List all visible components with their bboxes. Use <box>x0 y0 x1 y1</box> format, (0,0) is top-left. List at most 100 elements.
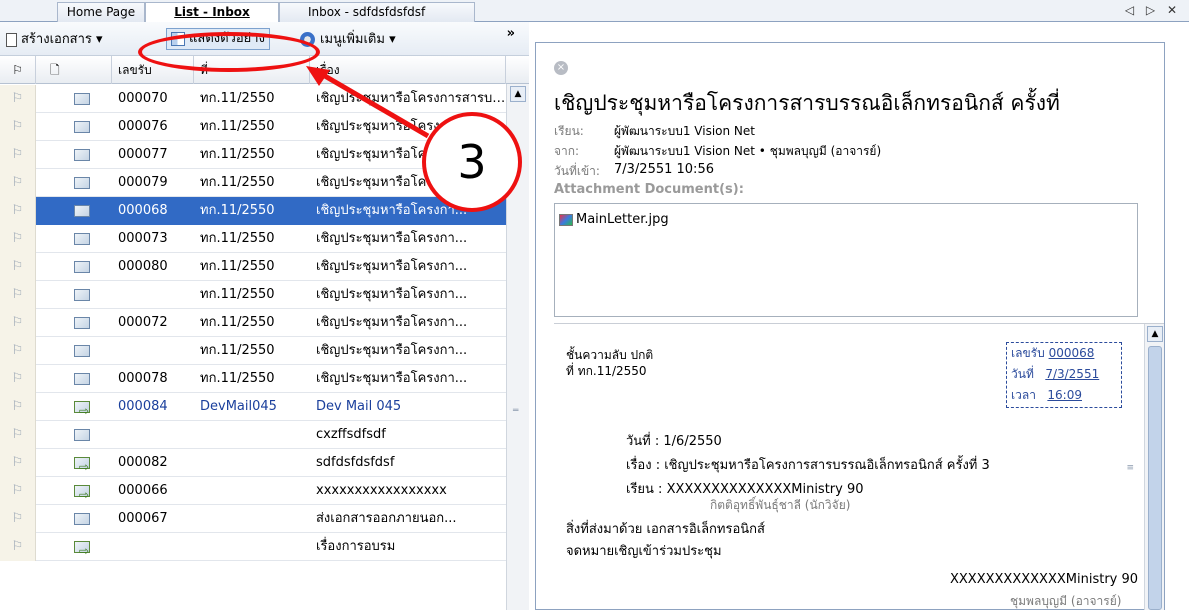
date-label: วันที่เข้า: <box>554 164 600 178</box>
table-row[interactable]: ⚐ ทก.11/2550 เชิญประชุมหารือโครงกา... <box>0 281 506 309</box>
stamp-number-value: 000068 <box>1048 346 1095 360</box>
cell-subject: ส่งเอกสารออกภายนอก... <box>316 511 457 526</box>
stamp-time-row: เวลา 16:09 <box>1007 385 1121 406</box>
flag-icon[interactable]: ⚐ <box>0 141 36 169</box>
forwarded-mail-icon <box>74 453 90 477</box>
column-subject[interactable]: เรื่อง <box>310 56 506 84</box>
cell-receive-number <box>112 281 194 309</box>
tab-list-inbox[interactable]: List - Inbox <box>145 2 279 23</box>
flag-icon[interactable]: ⚐ <box>0 281 36 309</box>
cell-reference: ทก.11/2550 <box>200 119 275 134</box>
flag-icon[interactable]: ⚐ <box>0 113 36 141</box>
stamp-date-value: 7/3/2551 <box>1045 367 1100 381</box>
document-column-icon[interactable]: 🗋 <box>36 56 112 84</box>
stamp-time-label: เวลา <box>1011 388 1036 402</box>
create-document-button[interactable]: สร้างเอกสาร ▾ <box>6 30 103 50</box>
flag-icon[interactable]: ⚐ <box>0 253 36 281</box>
flag-icon[interactable]: ⚐ <box>0 421 36 449</box>
table-row[interactable]: ⚐ 000082 sdfdsfdsfdsf <box>0 449 506 477</box>
stamp-date-row: วันที่ 7/3/2551 <box>1007 364 1121 385</box>
chevron-down-icon[interactable]: ▾ <box>96 32 103 47</box>
cell-receive-number <box>112 421 194 449</box>
flag-icon[interactable]: ⚐ <box>0 365 36 393</box>
attachment-list: MainLetter.jpg <box>554 203 1138 317</box>
cell-subject: cxzffsdfsdf <box>316 427 386 442</box>
cell-subject: sdfdsfdsfdsf <box>316 455 395 470</box>
stamp-date-label: วันที่ <box>1011 367 1034 381</box>
cell-receive-number: 000073 <box>118 231 168 246</box>
attachment-item[interactable]: MainLetter.jpg <box>559 212 669 227</box>
scroll-up-arrow-icon[interactable]: ▲ <box>1147 326 1163 342</box>
read-mail-icon <box>74 120 90 133</box>
forwarded-mail-icon <box>74 537 90 561</box>
to-value: ผู้พัฒนาระบบ1 Vision Net <box>614 124 755 138</box>
letter-subject: เรื่อง : เชิญประชุมหารือโครงการสารบรรณอิ… <box>626 458 990 473</box>
flag-icon[interactable]: ⚐ <box>0 505 36 533</box>
cell-receive-number: 000067 <box>118 511 168 526</box>
cell-subject: xxxxxxxxxxxxxxxxx <box>316 483 447 498</box>
cell-subject: เชิญประชุมหารือโครงกา... <box>316 371 468 386</box>
flag-icon[interactable]: ⚐ <box>0 449 36 477</box>
stamp-number-label: เลขรับ <box>1011 346 1045 360</box>
flag-icon[interactable]: ⚐ <box>0 477 36 505</box>
table-row[interactable]: ⚐ 000084 DevMail045 Dev Mail 045 <box>0 393 506 421</box>
tab-home-page[interactable]: Home Page <box>57 2 145 22</box>
flag-column-icon[interactable]: ⚐ <box>0 56 36 84</box>
new-document-icon <box>6 32 17 47</box>
read-mail-icon <box>74 232 90 245</box>
date-value: 7/3/2551 10:56 <box>614 162 714 177</box>
table-row[interactable]: ⚐ 000073 ทก.11/2550 เชิญประชุมหารือโครงกา..… <box>0 225 506 253</box>
table-row[interactable]: ⚐ 000078 ทก.11/2550 เชิญประชุมหารือโครงกา..… <box>0 365 506 393</box>
scroll-thumb[interactable] <box>1148 346 1162 610</box>
table-row[interactable]: ⚐ 000068 ทก.11/2550 เชิญประชุมหารือโครงกา..… <box>0 197 506 225</box>
read-mail-icon <box>74 204 90 217</box>
cell-reference: ทก.11/2550 <box>200 343 275 358</box>
scroll-up-arrow-icon[interactable]: ▲ <box>510 86 526 102</box>
table-row[interactable]: ⚐ cxzffsdfsdf <box>0 421 506 449</box>
cell-receive-number: 000077 <box>118 147 168 162</box>
message-title: เชิญประชุมหารือโครงการสารบรรณอิเล็กทรอนิ… <box>554 91 1060 115</box>
window-controls[interactable]: ◁ ▷ ✕ <box>1125 3 1181 17</box>
flag-icon[interactable]: ⚐ <box>0 169 36 197</box>
stamp-time-value: 16:09 <box>1047 388 1082 402</box>
flag-icon[interactable]: ⚐ <box>0 393 36 421</box>
flag-icon[interactable]: ⚐ <box>0 337 36 365</box>
flag-icon[interactable]: ⚐ <box>0 225 36 253</box>
flag-icon[interactable]: ⚐ <box>0 309 36 337</box>
letter-recipient-name: กิตติอุทธิ์พันธุ์ชาลี (นักวิจัย) <box>710 498 851 512</box>
table-row[interactable]: ⚐ 000080 ทก.11/2550 เชิญประชุมหารือโครงกา..… <box>0 253 506 281</box>
from-value: ผู้พัฒนาระบบ1 Vision Net • ชุมพลบุญมี (อ… <box>614 144 882 158</box>
create-document-label: สร้างเอกสาร <box>21 32 92 47</box>
table-row[interactable]: ⚐ เรื่องการอบรม <box>0 533 506 561</box>
cell-receive-number <box>112 533 194 561</box>
forwarded-mail-icon <box>74 481 90 505</box>
toolbar-overflow-button[interactable]: » <box>507 24 515 44</box>
letter-signatory: XXXXXXXXXXXXXMinistry 90 <box>950 572 1139 587</box>
close-icon[interactable]: × <box>554 61 568 75</box>
cell-receive-number: 000068 <box>112 197 194 225</box>
cell-receive-number: 000079 <box>118 175 168 190</box>
cell-receive-number: 000078 <box>118 371 168 386</box>
cell-subject: เชิญประชุมหารือโครงการสารบรรณ <box>316 91 506 106</box>
cell-subject: Dev Mail 045 <box>316 399 402 414</box>
cell-receive-number: 000080 <box>118 259 168 274</box>
flag-icon[interactable]: ⚐ <box>0 533 36 561</box>
chevron-down-icon[interactable]: ▾ <box>389 32 396 47</box>
flag-icon[interactable]: ⚐ <box>0 85 36 113</box>
table-row[interactable]: ⚐ 000066 xxxxxxxxxxxxxxxxx <box>0 477 506 505</box>
cell-reference: DevMail045 <box>200 399 277 414</box>
cell-receive-number: 000084 <box>118 399 168 414</box>
to-label: เรียน: <box>554 124 584 138</box>
table-row[interactable]: ⚐ 000072 ทก.11/2550 เชิญประชุมหารือโครงกา..… <box>0 309 506 337</box>
table-row[interactable]: ⚐ 000070 ทก.11/2550 เชิญประชุมหารือโครงการส… <box>0 85 506 113</box>
letter-scrollbar[interactable]: ▲ <box>1144 324 1164 610</box>
cell-reference: ทก.11/2550 <box>200 231 275 246</box>
flag-icon[interactable]: ⚐ <box>0 197 36 225</box>
image-file-icon <box>559 213 573 226</box>
cell-reference: ทก.11/2550 <box>200 315 275 330</box>
table-row[interactable]: ⚐ ทก.11/2550 เชิญประชุมหารือโครงกา... <box>0 337 506 365</box>
table-row[interactable]: ⚐ 000067 ส่งเอกสารออกภายนอก... <box>0 505 506 533</box>
tab-inbox-detail[interactable]: Inbox - sdfdsfdsfdsf <box>279 2 475 22</box>
cell-receive-number: 000066 <box>118 483 168 498</box>
unread-mail-icon <box>74 288 90 301</box>
